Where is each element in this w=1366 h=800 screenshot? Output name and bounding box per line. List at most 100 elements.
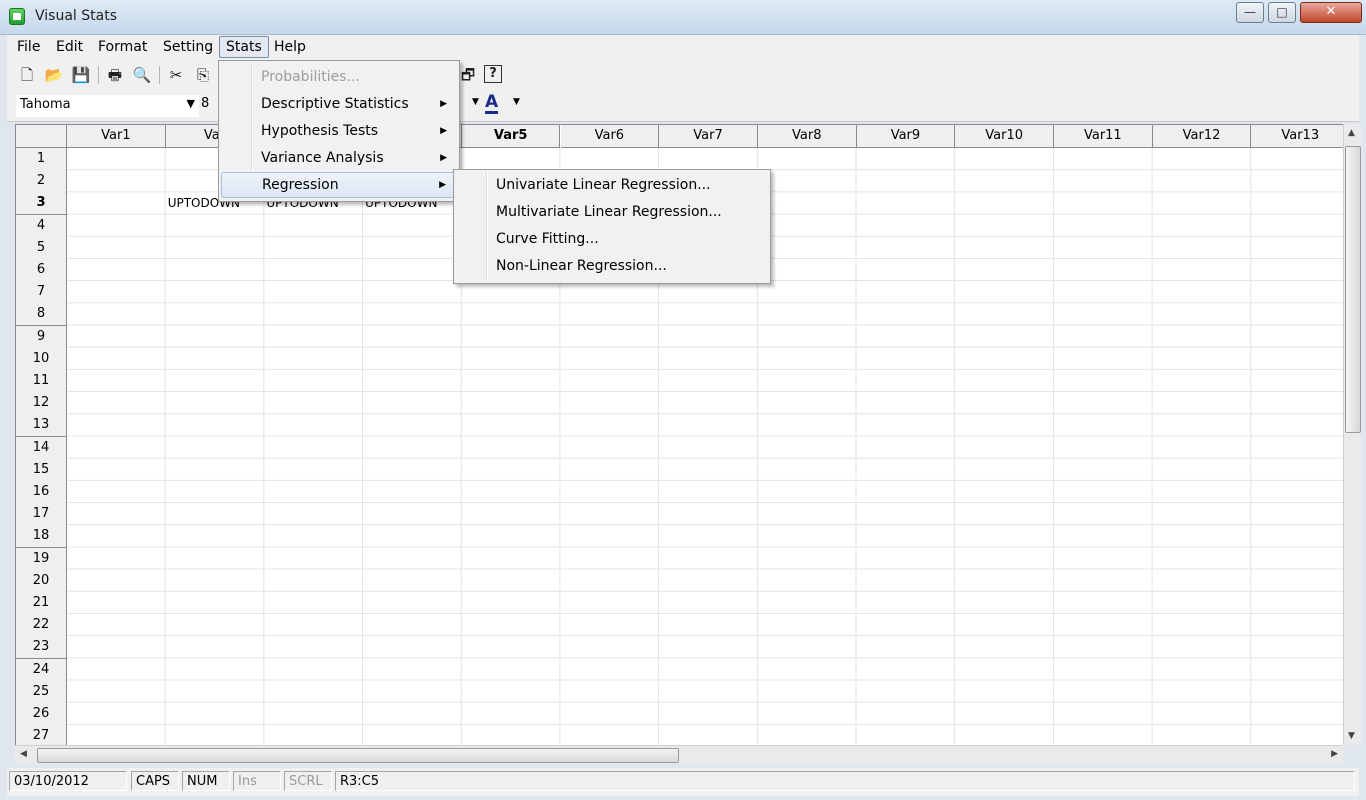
font-size-value: 8 bbox=[201, 96, 210, 111]
help-icon[interactable]: ? bbox=[484, 65, 502, 83]
menu-item-regression[interactable]: Regression ▶ bbox=[221, 172, 457, 198]
font-color-dropdown-icon[interactable]: ▼ bbox=[513, 97, 520, 107]
menu-item-multivariate-linear-regression[interactable]: Multivariate Linear Regression... bbox=[456, 199, 768, 225]
status-date: 03/10/2012 bbox=[9, 771, 127, 791]
scroll-down-icon[interactable]: ▼ bbox=[1348, 731, 1355, 741]
row-header[interactable]: 14 bbox=[16, 436, 67, 460]
row-header[interactable]: 16 bbox=[16, 481, 67, 504]
font-name-value: Tahoma bbox=[20, 97, 71, 112]
row-header[interactable]: 9 bbox=[16, 325, 67, 349]
font-name-select[interactable]: Tahoma ▼ bbox=[15, 94, 200, 118]
copy-icon[interactable]: ⎘ bbox=[193, 65, 213, 85]
menu-item-univariate-linear-regression[interactable]: Univariate Linear Regression... bbox=[456, 172, 768, 198]
row-header[interactable]: 27 bbox=[16, 725, 67, 746]
save-icon[interactable]: 💾 bbox=[71, 65, 91, 85]
row-header[interactable]: 25 bbox=[16, 680, 67, 704]
menu-stats[interactable]: Stats bbox=[219, 36, 269, 58]
menu-file[interactable]: File bbox=[11, 37, 46, 57]
grid-corner[interactable] bbox=[16, 125, 67, 148]
submenu-arrow-icon: ▶ bbox=[440, 99, 447, 109]
title-bar: Visual Stats — □ ✕ bbox=[0, 0, 1366, 35]
submenu-arrow-icon: ▶ bbox=[439, 180, 446, 190]
row-header[interactable]: 7 bbox=[16, 281, 67, 305]
row-header[interactable]: 4 bbox=[16, 214, 67, 238]
print-icon[interactable]: 🖶 bbox=[105, 65, 125, 85]
scroll-up-icon[interactable]: ▲ bbox=[1348, 128, 1355, 138]
status-caps: CAPS bbox=[131, 771, 179, 791]
scroll-right-icon[interactable]: ▶ bbox=[1331, 749, 1338, 759]
menu-item-label: Variance Analysis bbox=[261, 150, 384, 166]
row-header[interactable]: 21 bbox=[16, 592, 67, 615]
vertical-scroll-thumb[interactable] bbox=[1345, 146, 1361, 433]
menu-item-label: Regression bbox=[262, 177, 339, 193]
column-header[interactable]: Var12 bbox=[1152, 125, 1252, 148]
horizontal-scroll-thumb[interactable] bbox=[37, 748, 679, 763]
column-header[interactable]: Var11 bbox=[1054, 125, 1153, 148]
menu-format[interactable]: Format bbox=[92, 37, 153, 57]
app-icon bbox=[9, 8, 25, 25]
column-header[interactable]: Var6 bbox=[560, 125, 660, 148]
row-header[interactable]: 5 bbox=[16, 236, 67, 260]
minimize-button[interactable]: — bbox=[1236, 2, 1264, 23]
row-header[interactable]: 18 bbox=[16, 525, 67, 549]
properties-icon[interactable]: 🗗 bbox=[458, 65, 478, 85]
close-icon: ✕ bbox=[1325, 4, 1337, 19]
row-header[interactable]: 20 bbox=[16, 569, 67, 593]
row-header[interactable]: 11 bbox=[16, 370, 67, 393]
submenu-arrow-icon: ▶ bbox=[440, 153, 447, 163]
row-header[interactable]: 1 bbox=[16, 148, 67, 171]
row-header[interactable]: 24 bbox=[16, 658, 67, 682]
menu-item-curve-fitting[interactable]: Curve Fitting... bbox=[456, 226, 768, 252]
vertical-scrollbar[interactable]: ▲ ▼ bbox=[1343, 124, 1361, 745]
font-color-icon[interactable]: A bbox=[485, 93, 499, 114]
cut-icon[interactable]: ✂ bbox=[166, 65, 186, 85]
row-header[interactable]: 13 bbox=[16, 414, 67, 438]
close-button[interactable]: ✕ bbox=[1300, 2, 1362, 23]
maximize-button[interactable]: □ bbox=[1268, 2, 1296, 23]
submenu-arrow-icon: ▶ bbox=[440, 126, 447, 136]
column-header[interactable]: Var10 bbox=[955, 125, 1054, 148]
menu-item-label: Probabilities... bbox=[261, 69, 360, 85]
row-header[interactable]: 2 bbox=[16, 170, 67, 194]
menu-item-hypothesis-tests[interactable]: Hypothesis Tests ▶ bbox=[221, 118, 457, 144]
status-bar: 03/10/2012 CAPS NUM Ins SCRL R3:C5 bbox=[7, 768, 1359, 796]
row-header[interactable]: 17 bbox=[16, 503, 67, 527]
row-header[interactable]: 22 bbox=[16, 614, 67, 638]
row-header[interactable]: 8 bbox=[16, 303, 67, 327]
column-header[interactable]: Var5 bbox=[461, 125, 561, 148]
row-header[interactable]: 10 bbox=[16, 347, 67, 371]
status-num: NUM bbox=[182, 771, 230, 791]
row-header[interactable]: 12 bbox=[16, 392, 67, 416]
open-folder-icon[interactable]: 📂 bbox=[44, 65, 64, 85]
column-header[interactable]: Var9 bbox=[856, 125, 956, 148]
menu-item-label: Descriptive Statistics bbox=[261, 96, 409, 112]
regression-submenu: Univariate Linear Regression... Multivar… bbox=[453, 169, 771, 284]
row-header[interactable]: 6 bbox=[16, 259, 67, 282]
column-header[interactable]: Var13 bbox=[1251, 125, 1344, 148]
dropdown-arrow-icon[interactable]: ▼ bbox=[472, 97, 479, 107]
new-file-icon[interactable]: 🗋 bbox=[17, 65, 37, 85]
menu-item-descriptive-statistics[interactable]: Descriptive Statistics ▶ bbox=[221, 91, 457, 117]
toolbar-separator bbox=[98, 66, 99, 84]
column-header[interactable]: Var1 bbox=[67, 125, 166, 148]
status-scrl: SCRL bbox=[284, 771, 332, 791]
menu-item-non-linear-regression[interactable]: Non-Linear Regression... bbox=[456, 253, 768, 279]
menu-item-variance-analysis[interactable]: Variance Analysis ▶ bbox=[221, 145, 457, 171]
menu-help[interactable]: Help bbox=[268, 37, 312, 57]
row-header[interactable]: 26 bbox=[16, 703, 67, 726]
menu-edit[interactable]: Edit bbox=[50, 37, 89, 57]
row-header[interactable]: 15 bbox=[16, 458, 67, 482]
scroll-left-icon[interactable]: ◀ bbox=[20, 749, 27, 759]
row-header[interactable]: 19 bbox=[16, 547, 67, 571]
menu-item-probabilities: Probabilities... bbox=[221, 64, 457, 90]
row-header[interactable]: 23 bbox=[16, 636, 67, 660]
print-preview-icon[interactable]: 🔍 bbox=[132, 65, 152, 85]
column-header[interactable]: Var7 bbox=[659, 125, 758, 148]
window-title: Visual Stats bbox=[35, 8, 117, 24]
horizontal-scrollbar[interactable]: ◀ ▶ bbox=[15, 745, 1343, 764]
column-header[interactable]: Var8 bbox=[757, 125, 857, 148]
menu-setting[interactable]: Setting bbox=[157, 37, 219, 57]
status-cell-position: R3:C5 bbox=[335, 771, 1355, 791]
row-header[interactable]: 3 bbox=[16, 192, 67, 216]
minimize-icon: — bbox=[1244, 5, 1256, 19]
